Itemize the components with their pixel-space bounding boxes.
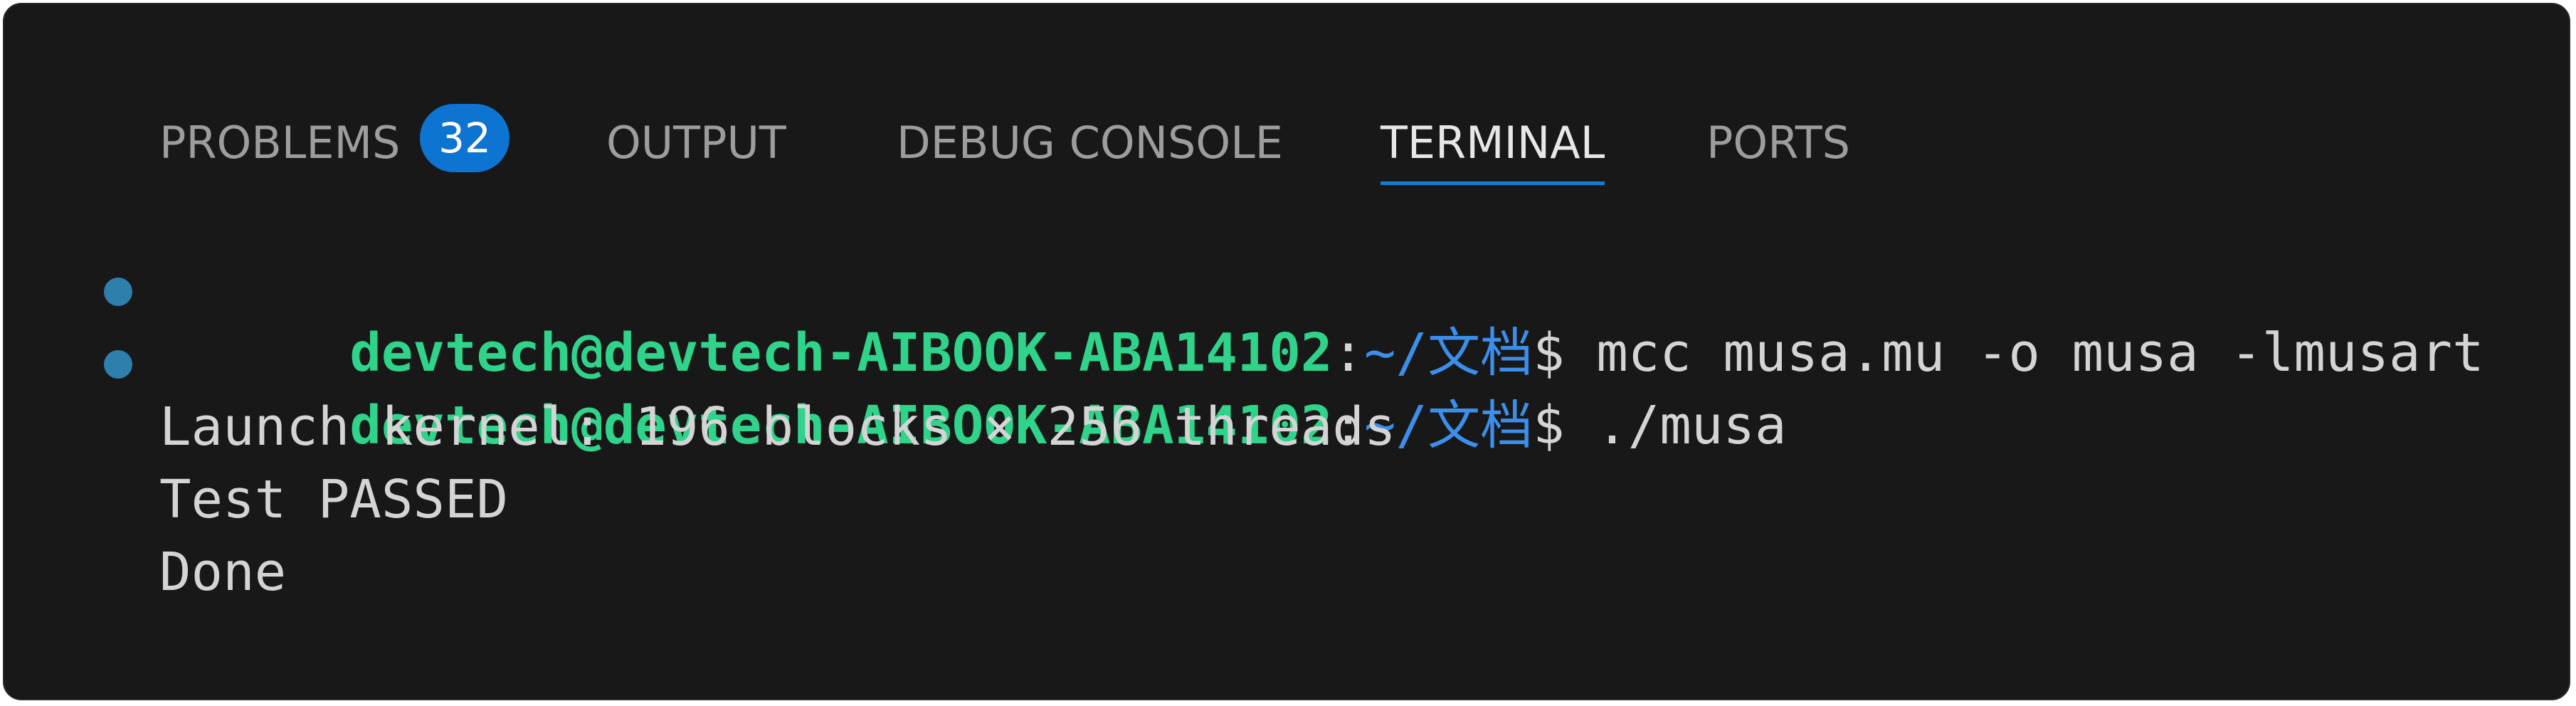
command-decoration-dot-icon[interactable] [104, 278, 132, 306]
tab-problems-label: PROBLEMS [159, 117, 401, 169]
terminal-panel: PROBLEMS 32 OUTPUT DEBUG CONSOLE TERMINA… [3, 3, 2570, 700]
tab-debug-console[interactable]: DEBUG CONSOLE [897, 111, 1283, 175]
tab-problems[interactable]: PROBLEMS [159, 111, 400, 175]
tab-debug-console-label: DEBUG CONSOLE [897, 117, 1283, 169]
tab-terminal-label: TERMINAL [1381, 117, 1605, 169]
tab-output-label: OUTPUT [606, 117, 786, 169]
terminal-prompt-line: devtech@devtech-AIBOOK-ABA14102:~/文档$ mc… [159, 246, 2483, 384]
prompt-command: ./musa [1596, 395, 1787, 456]
tab-output[interactable]: OUTPUT [606, 111, 786, 175]
tab-ports[interactable]: PORTS [1706, 111, 1850, 175]
terminal-output-line: Launch kernel: 196 blocks × 256 threads [159, 396, 1396, 458]
terminal-prompt-line: devtech@devtech-AIBOOK-ABA14102:~/文档$ ./… [159, 319, 1786, 456]
command-decoration-dot-icon[interactable] [104, 350, 132, 379]
tab-ports-label: PORTS [1706, 117, 1850, 169]
active-tab-indicator [1381, 181, 1605, 185]
terminal-output-line: Test PASSED [159, 469, 509, 530]
panel-tab-bar: PROBLEMS 32 OUTPUT DEBUG CONSOLE TERMINA… [4, 4, 2569, 204]
prompt-symbol: $ [1533, 395, 1597, 456]
tab-terminal[interactable]: TERMINAL [1381, 111, 1605, 185]
problems-count-badge: 32 [420, 104, 510, 172]
terminal-output-line: Done [159, 542, 287, 603]
